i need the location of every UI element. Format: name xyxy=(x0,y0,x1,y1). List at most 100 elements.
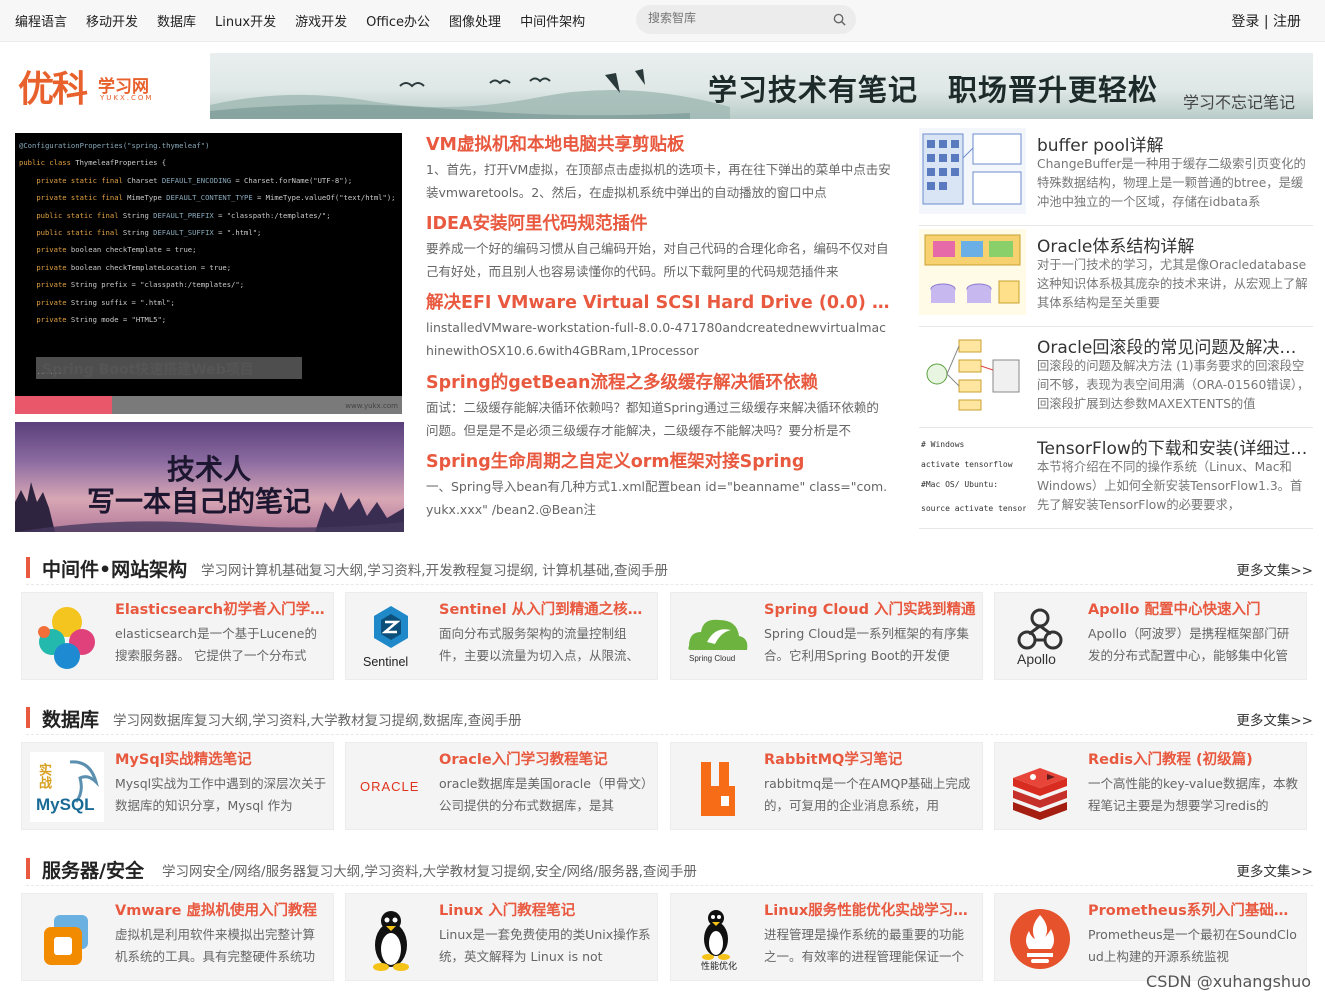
section-title: 数据库 xyxy=(42,709,100,731)
card-title[interactable]: Redis入门教程 (初级篇) xyxy=(1088,748,1300,769)
top-banner[interactable]: 学习技术有笔记 职场晋升更轻松 学习不忘记笔记 xyxy=(210,53,1313,119)
oracle-architecture-thumbnail xyxy=(919,229,1026,315)
oracle-icon: ORACLE xyxy=(360,779,420,794)
card-summary: elasticsearch是一个基于Lucene的搜索服务器。 它提供了一个分布… xyxy=(115,626,317,663)
card-title[interactable]: Spring Cloud 入门实践到精通 xyxy=(764,598,976,619)
side-article-title[interactable]: Oracle回滚段的常见问题及解决方法 xyxy=(1037,333,1313,358)
search-icon[interactable] xyxy=(833,13,846,26)
svg-text:#Mac OS/ Ubuntu:: #Mac OS/ Ubuntu: xyxy=(921,480,998,489)
register-link[interactable]: 注册 xyxy=(1273,14,1301,30)
rollback-segment-thumbnail xyxy=(919,330,1026,416)
prometheus-icon xyxy=(1010,909,1070,969)
nav-item-programming[interactable]: 编程语言 xyxy=(15,11,67,30)
login-link[interactable]: 登录 xyxy=(1231,14,1259,30)
collection-card[interactable]: Vmware 虚拟机使用入门教程 虚拟机是利用软件来模拟出完整计算机系统的工具。… xyxy=(21,893,334,981)
card-title[interactable]: Sentinel 从入门到精通之核心原理 xyxy=(439,598,651,619)
spring-cloud-logo-text: Spring Cloud xyxy=(689,654,736,663)
redis-icon xyxy=(1013,768,1067,820)
card-title[interactable]: Linux服务性能优化实战学习笔记 xyxy=(764,899,976,920)
nav-item-database[interactable]: 数据库 xyxy=(157,11,196,30)
article-summary: 1、首先，打开VM虚拟，在顶部点击虚拟机的选项卡，再在往下弹出的菜单中点击安装v… xyxy=(426,162,891,200)
mysql-logo-badge: 实战 xyxy=(36,763,51,789)
svg-text:# Windows: # Windows xyxy=(921,440,965,449)
card-title[interactable]: Elasticsearch初学者入门学习笔记 xyxy=(115,598,327,619)
collection-card[interactable]: RabbitMQ学习笔记 rabbitmq是一个在AMQP基础上完成的，可复用的… xyxy=(670,742,983,830)
mysql-logo-text: MySQL xyxy=(36,795,95,814)
logo-mark: 优科 xyxy=(18,68,88,110)
article-item: IDEA安装阿里代码规范插件 要养成一个好的编码习惯从自己编码开始，对自己代码的… xyxy=(426,210,891,283)
card-title[interactable]: Prometheus系列入门基础教程 xyxy=(1088,899,1300,920)
collection-card[interactable]: Sentinel Sentinel 从入门到精通之核心原理 面向分布式服务架构的… xyxy=(345,592,658,680)
nav-item-linux[interactable]: Linux开发 xyxy=(215,11,276,30)
search-box xyxy=(636,5,856,34)
svg-text:activate tensorflow: activate tensorflow xyxy=(921,460,1013,469)
more-collections-link[interactable]: 更多文集>> xyxy=(1236,709,1313,729)
search-input[interactable] xyxy=(648,11,828,25)
collection-card[interactable]: 性能优化 Linux服务性能优化实战学习笔记 进程管理是操作系统的最重要的功能之… xyxy=(670,893,983,981)
collection-card[interactable]: 实战 MySQL MySql实战精选笔记 Mysql实战为工作中遇到的深层次关于… xyxy=(21,742,334,830)
side-article-title[interactable]: buffer pool详解 xyxy=(1037,131,1313,156)
side-article-item[interactable]: Oracle体系结构详解 对于一门技术的学习，尤其是像Oracledatabas… xyxy=(919,227,1313,327)
section-description: 学习网安全/网络/服务器复习大纲,学习资料,大学教材复习提纲,安全/网络/服务器… xyxy=(162,864,697,880)
carousel-progress xyxy=(15,396,402,414)
site-logo[interactable]: 优科 学习网 YUKX.COM xyxy=(18,60,178,110)
nav-item-office[interactable]: Office办公 xyxy=(366,11,430,30)
hero-watermark: www.yukx.com xyxy=(345,402,398,410)
side-article-summary: 对于一门技术的学习，尤其是像Oracledatabase这种知识体系极其庞杂的技… xyxy=(1037,258,1308,310)
side-article-item[interactable]: buffer pool详解 ChangeBuffer是一种用于缓存二级索引页变化… xyxy=(919,126,1313,226)
card-summary: 面向分布式服务架构的流量控制组件，主要以流量为切入点，从限流、 xyxy=(439,626,640,663)
collection-card[interactable]: Redis入门教程 (初级篇) 一个高性能的key-value数据库，本教程笔记… xyxy=(994,742,1307,830)
birds-illustration xyxy=(399,69,645,93)
card-summary: rabbitmq是一个在AMQP基础上完成的，可复用的企业消息系统，用 xyxy=(764,776,971,813)
nav-item-middleware[interactable]: 中间件架构 xyxy=(520,11,585,30)
collection-card[interactable]: Prometheus系列入门基础教程 Prometheus是一个最初在Sound… xyxy=(994,893,1307,981)
collection-card[interactable]: Spring Cloud Spring Cloud 入门实践到精通 Spring… xyxy=(670,592,983,680)
nav-item-image[interactable]: 图像处理 xyxy=(449,11,501,30)
article-title[interactable]: IDEA安装阿里代码规范插件 xyxy=(426,210,891,235)
buffer-pool-diagram-thumbnail xyxy=(919,128,1026,214)
card-title[interactable]: Linux 入门教程笔记 xyxy=(439,899,651,920)
rabbitmq-icon xyxy=(701,762,735,816)
collection-card[interactable]: Linux 入门教程笔记 Linux是一套免费使用的类Unix操作系统，英文解释… xyxy=(345,893,658,981)
linux-tux-icon xyxy=(373,911,409,971)
vmware-icon xyxy=(44,915,88,965)
section-title: 服务器/安全 xyxy=(42,860,144,882)
article-title[interactable]: Spring生命周期之自定义orm框架对接Spring xyxy=(426,448,891,473)
promo-image[interactable]: 技术人 写一本自己的笔记 xyxy=(15,422,404,532)
section-title: 中间件•网站架构 xyxy=(42,559,188,581)
card-title[interactable]: MySql实战精选笔记 xyxy=(115,748,327,769)
more-collections-link[interactable]: 更多文集>> xyxy=(1236,860,1313,880)
side-article-title[interactable]: Oracle体系结构详解 xyxy=(1037,232,1313,257)
section-header-server-security: 服务器/安全 学习网安全/网络/服务器复习大纲,学习资料,大学教材复习提纲,安全… xyxy=(26,856,1313,886)
article-title[interactable]: 解决EFI VMware Virtual SCSI Hard Drive (0.… xyxy=(426,289,891,314)
article-title[interactable]: VM虚拟机和本地电脑共享剪贴板 xyxy=(426,131,891,156)
auth-links: 登录 | 注册 xyxy=(1231,11,1301,31)
nav-item-game[interactable]: 游戏开发 xyxy=(295,11,347,30)
card-title[interactable]: RabbitMQ学习笔记 xyxy=(764,748,976,769)
collection-card[interactable]: ORACLE Oracle入门学习教程笔记 oracle数据库是美国oracle… xyxy=(345,742,658,830)
section-header-middleware: 中间件•网站架构 学习网计算机基础复习大纲,学习资料,开发教程复习提纲, 计算机… xyxy=(26,555,1313,585)
side-article-item[interactable]: # Windows activate tensorflow #Mac OS/ U… xyxy=(919,429,1313,529)
collection-card[interactable]: Elasticsearch初学者入门学习笔记 elasticsearch是一个基… xyxy=(21,592,334,680)
card-title[interactable]: Vmware 虚拟机使用入门教程 xyxy=(115,899,327,920)
nav-item-mobile[interactable]: 移动开发 xyxy=(86,11,138,30)
article-item: Spring的getBean流程之多级缓存解决循环依赖 面试：二级缓存能解决循环… xyxy=(426,369,891,442)
card-title[interactable]: Oracle入门学习教程笔记 xyxy=(439,748,651,769)
side-article-title[interactable]: TensorFlow的下载和安装(详细过程) xyxy=(1037,434,1313,459)
card-title[interactable]: Apollo 配置中心快速入门 xyxy=(1088,598,1300,619)
collection-card[interactable]: Apollo Apollo 配置中心快速入门 Apollo（阿波罗）是携程框架部… xyxy=(994,592,1307,680)
auth-separator: | xyxy=(1263,14,1269,30)
side-article-summary: ChangeBuffer是一种用于缓存二级索引页变化的特殊数据结构，物理上是一颗… xyxy=(1037,157,1306,209)
card-summary: 一个高性能的key-value数据库，本教程笔记主要是为想要学习redis的 xyxy=(1088,776,1298,813)
card-summary: 虚拟机是利用软件来模拟出完整计算机系统的工具。具有完整硬件系统功 xyxy=(115,927,316,964)
banner-subtitle: 学习不忘记笔记 xyxy=(1182,93,1295,112)
more-collections-link[interactable]: 更多文集>> xyxy=(1236,559,1313,579)
section-description: 学习网计算机基础复习大纲,学习资料,开发教程复习提纲, 计算机基础,查阅手册 xyxy=(201,563,668,579)
card-summary: Prometheus是一个最初在SoundCloud上构建的开源系统监视 xyxy=(1088,927,1297,964)
article-title[interactable]: Spring的getBean流程之多级缓存解决循环依赖 xyxy=(426,369,891,394)
csdn-watermark: CSDN @xuhangshuo xyxy=(1146,972,1311,991)
hero-carousel[interactable]: @ConfigurationProperties("spring.thymele… xyxy=(15,133,402,414)
carousel-caption[interactable]: Spring Boot快速搭建Web项目 xyxy=(36,357,302,379)
section-accent-bar xyxy=(26,707,30,728)
side-article-item[interactable]: Oracle回滚段的常见问题及解决方法 回滚段的问题及解决方法 (1)事务要求的… xyxy=(919,328,1313,428)
